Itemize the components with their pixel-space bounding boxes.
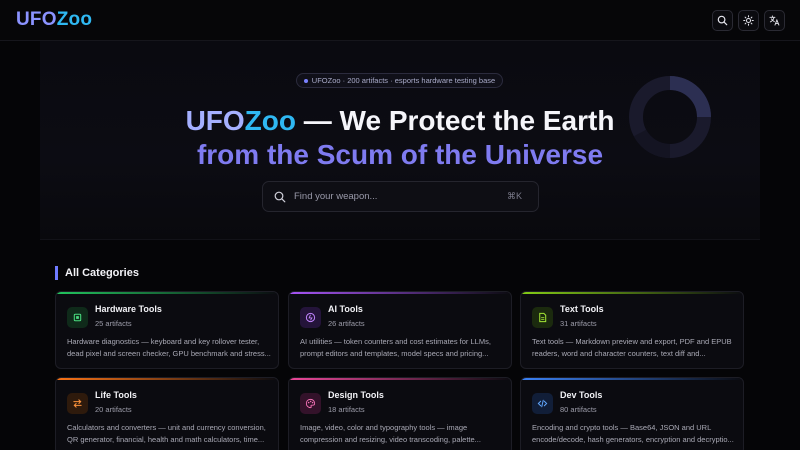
top-navbar: UFOZoo <box>0 0 800 41</box>
site-logo[interactable]: UFOZoo <box>16 9 92 31</box>
card-description: Encoding and crypto tools — Base64, JSON… <box>532 423 734 444</box>
card-title: AI Tools <box>328 304 363 314</box>
card-count: 18 artifacts <box>328 405 365 414</box>
hero-title: UFOZoo — We Protect the Earth <box>0 103 800 139</box>
card-description: AI utilities — token counters and cost e… <box>300 337 491 358</box>
card-description: Text tools — Markdown preview and export… <box>532 337 732 358</box>
category-card-hardware-tools[interactable]: Hardware Tools 25 artifacts Hardware dia… <box>55 291 279 369</box>
document-icon <box>532 307 553 328</box>
card-title: Dev Tools <box>560 390 603 400</box>
card-description: Image, video, color and typography tools… <box>300 423 481 444</box>
card-title: Hardware Tools <box>95 304 162 314</box>
category-card-dev-tools[interactable]: Dev Tools 80 artifacts Encoding and cryp… <box>520 377 744 450</box>
translate-icon <box>769 15 780 26</box>
category-card-life-tools[interactable]: Life Tools 20 artifacts Calculators and … <box>55 377 279 450</box>
card-accent-bar <box>289 292 511 294</box>
card-accent-bar <box>289 378 511 380</box>
search-shortcut-hint: ⌘K <box>506 191 522 201</box>
hero-subtitle: from the Scum of the Universe <box>196 139 604 170</box>
code-icon <box>532 393 553 414</box>
badge-dot-icon <box>303 78 308 83</box>
card-accent-bar <box>521 292 743 294</box>
category-card-ai-tools[interactable]: AI Tools 26 artifacts AI utilities — tok… <box>288 291 512 369</box>
card-count: 26 artifacts <box>328 319 365 328</box>
swap-icon <box>67 393 88 414</box>
card-accent-bar <box>56 292 278 294</box>
hero-badge: UFOZoo · 200 artifacts · esports hardwar… <box>296 73 503 88</box>
card-count: 25 artifacts <box>95 319 132 328</box>
category-card-text-tools[interactable]: Text Tools 31 artifacts Text tools — Mar… <box>520 291 744 369</box>
chip-icon <box>67 307 88 328</box>
palette-icon <box>300 393 321 414</box>
ai-icon <box>300 307 321 328</box>
card-accent-bar <box>56 378 278 380</box>
section-heading: All Categories <box>55 266 139 280</box>
card-title: Life Tools <box>95 390 137 400</box>
card-description: Calculators and converters — unit and cu… <box>67 423 266 444</box>
search-icon <box>717 15 728 26</box>
card-accent-bar <box>521 378 743 380</box>
search-placeholder: Find your weapon... <box>294 191 378 202</box>
hero-title-ufo: UFO <box>185 105 245 136</box>
hero-badge-text: UFOZoo · 200 artifacts · esports hardwar… <box>311 76 496 85</box>
sun-icon <box>743 15 754 26</box>
card-count: 31 artifacts <box>560 319 597 328</box>
logo-ufo-text: UFO <box>16 9 57 30</box>
hero-search-box[interactable]: Find your weapon... ⌘K <box>262 181 539 212</box>
card-title: Design Tools <box>328 390 384 400</box>
search-icon <box>274 191 286 203</box>
card-title: Text Tools <box>560 304 604 314</box>
hero-title-zoo: Zoo <box>244 105 296 136</box>
logo-zoo-text: Zoo <box>56 9 93 30</box>
card-description: Hardware diagnostics — keyboard and key … <box>67 337 271 358</box>
language-button[interactable] <box>764 10 785 31</box>
hero-title-rest: — We Protect the Earth <box>295 105 615 136</box>
search-button[interactable] <box>712 10 733 31</box>
card-count: 20 artifacts <box>95 405 132 414</box>
theme-toggle-button[interactable] <box>738 10 759 31</box>
card-count: 80 artifacts <box>560 405 597 414</box>
category-card-design-tools[interactable]: Design Tools 18 artifacts Image, video, … <box>288 377 512 450</box>
